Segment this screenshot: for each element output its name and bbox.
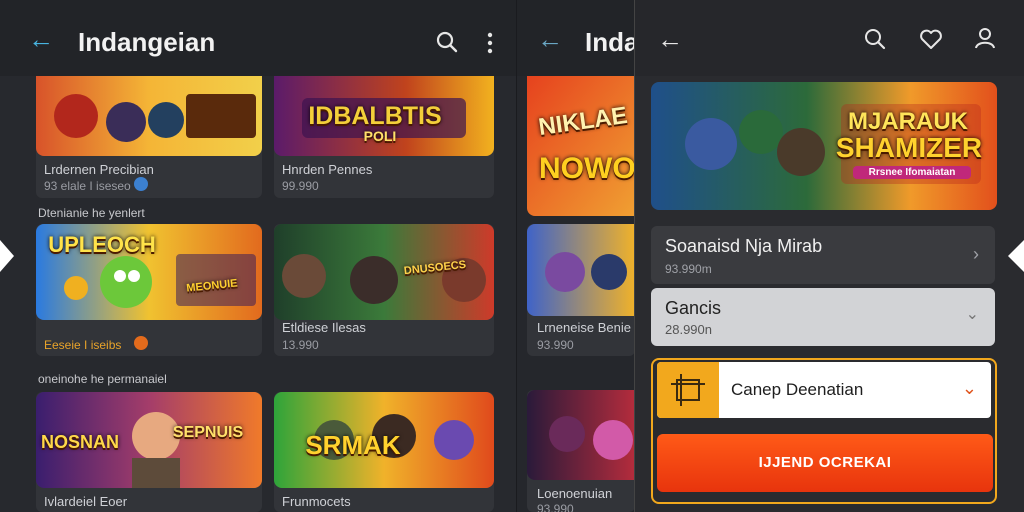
previous-page-arrow-icon[interactable] xyxy=(0,240,14,272)
hero-art-subtitle: SHAMIZER xyxy=(835,132,983,163)
game-meta: 93.990 xyxy=(537,338,574,352)
game-list-pane-secondary: ← Indangeian NIKLAE NOWO Lrneneise Benie… xyxy=(516,0,635,512)
page-title: Indangeian xyxy=(78,27,216,57)
frame-icon xyxy=(657,362,719,418)
app-bar: ← Indangeian xyxy=(517,0,635,76)
game-thumbnail[interactable] xyxy=(36,76,262,156)
game-thumbnail[interactable] xyxy=(527,224,635,316)
game-title: Frunmocets xyxy=(282,494,351,509)
game-art-title: SRMAK xyxy=(305,430,401,460)
detail-item-meta: 28.990n xyxy=(665,322,712,337)
chevron-down-icon: ⌄ xyxy=(961,378,977,398)
dropdown-label: Canep Deenatian xyxy=(731,380,864,399)
user-icon[interactable] xyxy=(973,26,997,50)
app-bar: ← xyxy=(635,0,1024,76)
game-title: Etldiese Ilesas xyxy=(282,320,366,335)
coin-icon xyxy=(134,336,148,350)
game-title: Hnrden Pennes xyxy=(282,162,373,177)
game-art-title: IDBALBTIS xyxy=(308,102,442,130)
game-art-subtitle: SEPNUIS xyxy=(172,424,244,441)
game-meta: 93 elale I iseseo xyxy=(44,179,131,193)
search-icon[interactable] xyxy=(435,30,459,54)
game-art-subtitle: NOWO xyxy=(539,152,635,185)
game-list-pane: ← Indangeian Lrdernen Precibian 93 elale… xyxy=(0,0,516,512)
back-arrow-icon[interactable]: ← xyxy=(537,26,563,52)
heart-icon[interactable] xyxy=(919,28,943,50)
game-thumbnail[interactable] xyxy=(527,76,635,216)
app-bar: ← Indangeian xyxy=(0,0,516,76)
game-art-subtitle: POLI xyxy=(363,128,397,144)
game-title: Loenoenuian xyxy=(537,486,613,501)
destination-dropdown[interactable]: Canep Deenatian ⌄ xyxy=(657,362,991,418)
game-detail-pane: ← MJARAUK SHAMIZER Rrsnee Ifomaiatan Soa… xyxy=(634,0,1024,512)
page-title: Indangeian xyxy=(585,27,635,57)
chevron-down-icon: ⌄ xyxy=(965,306,979,323)
detail-item-title: Gancis xyxy=(665,298,722,318)
chevron-right-icon: › xyxy=(973,244,979,264)
detail-item[interactable]: Soanaisd Nja Mirab 93.990m › xyxy=(651,226,995,284)
game-meta: 13.990 xyxy=(282,338,319,352)
game-title: Lrneneise Benie xyxy=(537,320,631,335)
detail-item-meta: 93.990m xyxy=(665,262,712,276)
game-meta: 99.990 xyxy=(282,179,319,193)
detail-item-selected[interactable]: Gancis 28.990n ⌄ xyxy=(651,288,995,346)
game-art-title: NOSNAN xyxy=(40,432,119,452)
game-art-title: UPLEOCH xyxy=(48,232,156,257)
back-arrow-icon[interactable]: ← xyxy=(657,26,683,52)
primary-action-button[interactable]: IJJEND OCREKAI xyxy=(657,434,993,492)
search-icon[interactable] xyxy=(863,27,887,51)
game-title: Lrdernen Precibian xyxy=(44,162,154,177)
game-thumbnail[interactable] xyxy=(527,390,635,480)
game-meta: Eeseie I iseibs xyxy=(44,338,122,352)
more-menu-icon[interactable] xyxy=(486,32,494,54)
game-meta: 93.990 xyxy=(537,502,574,512)
hero-art-tag: Rrsnee Ifomaiatan xyxy=(853,166,971,179)
back-arrow-icon[interactable]: ← xyxy=(28,26,54,52)
section-heading: Dtenianie he yenlert xyxy=(38,206,145,220)
game-title: Ivlardeiel Eoer xyxy=(44,494,128,509)
next-page-arrow-icon[interactable] xyxy=(1008,240,1024,272)
section-heading: oneinohe he permanaiel xyxy=(38,372,167,386)
detail-item-title: Soanaisd Nja Mirab xyxy=(665,236,823,256)
coin-icon xyxy=(134,177,148,191)
